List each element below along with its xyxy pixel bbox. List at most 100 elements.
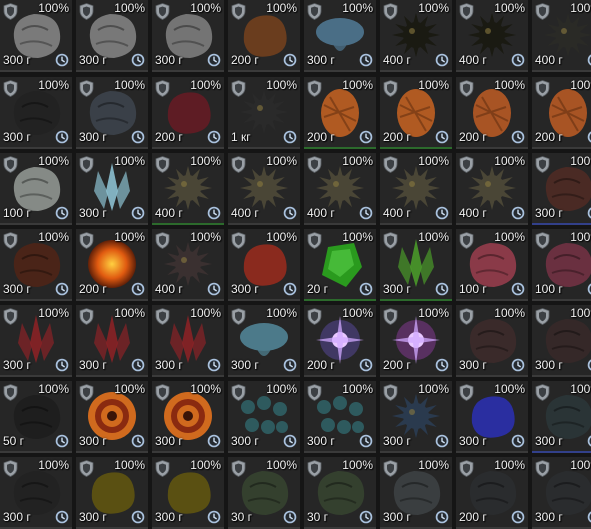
inventory-slot[interactable]: 100% 300 г	[152, 305, 224, 377]
inventory-slot[interactable]: 100% 100 г	[456, 229, 528, 301]
inventory-slot[interactable]: 100% 300 г	[380, 457, 452, 529]
inventory-slot[interactable]: 100% 300 г	[0, 457, 72, 529]
shield-icon	[231, 80, 246, 97]
inventory-slot[interactable]: 100% 300 г	[152, 381, 224, 453]
inventory-slot[interactable]: 100% 300 г	[532, 381, 591, 453]
inventory-slot[interactable]: 100% 300 г	[76, 457, 148, 529]
clock-icon	[435, 434, 449, 448]
inventory-slot[interactable]: 100% 300 г	[456, 381, 528, 453]
inventory-slot[interactable]: 100% 300 г	[380, 381, 452, 453]
inventory-slot[interactable]: 100% 300 г	[0, 77, 72, 149]
item-weight: 400 г	[459, 53, 487, 67]
clock-icon	[511, 206, 525, 220]
item-weight: 400 г	[383, 206, 411, 220]
shield-icon	[231, 232, 246, 249]
item-weight: 300 г	[79, 130, 107, 144]
inventory-slot[interactable]: 100% 400 г	[304, 153, 376, 225]
inventory-slot[interactable]: 100% 30 г	[304, 457, 376, 529]
clock-icon	[511, 358, 525, 372]
clock-icon	[55, 434, 69, 448]
inventory-slot[interactable]: 100% 300 г	[152, 0, 224, 72]
inventory-slot[interactable]: 100% 300 г	[228, 381, 300, 453]
inventory-slot[interactable]: 100% 300 г	[532, 153, 591, 225]
inventory-slot[interactable]: 100% 400 г	[228, 153, 300, 225]
inventory-slot[interactable]: 100% 400 г	[532, 0, 591, 72]
inventory-slot[interactable]: 100% 400 г	[380, 153, 452, 225]
item-weight: 300 г	[3, 53, 31, 67]
clock-icon	[435, 206, 449, 220]
shield-icon	[535, 384, 550, 401]
item-weight: 300 г	[535, 434, 563, 448]
inventory-slot[interactable]: 100% 300 г	[152, 457, 224, 529]
item-weight: 200 г	[459, 130, 487, 144]
inventory-slot[interactable]: 100% 200 г	[532, 77, 591, 149]
inventory-slot[interactable]: 100% 300 г	[76, 381, 148, 453]
inventory-slot[interactable]: 100% 300 г	[532, 305, 591, 377]
inventory-slot[interactable]: 100% 400 г	[456, 153, 528, 225]
clock-icon	[207, 130, 221, 144]
inventory-slot[interactable]: 100% 300 г	[304, 381, 376, 453]
inventory-slot[interactable]: 100% 300 г	[0, 305, 72, 377]
shield-icon	[155, 156, 170, 173]
inventory-slot[interactable]: 100% 100 г	[532, 229, 591, 301]
item-weight: 400 г	[535, 53, 563, 67]
durability-percent: 100%	[570, 78, 591, 92]
shield-icon	[459, 3, 474, 20]
inventory-slot[interactable]: 100% 100 г	[0, 153, 72, 225]
clock-icon	[435, 130, 449, 144]
inventory-slot[interactable]: 100% 200 г	[228, 0, 300, 72]
durability-percent: 100%	[494, 230, 525, 244]
shield-icon	[79, 384, 94, 401]
durability-percent: 100%	[570, 458, 591, 472]
clock-icon	[435, 358, 449, 372]
clock-icon	[55, 358, 69, 372]
durability-percent: 100%	[494, 1, 525, 15]
item-weight: 300 г	[155, 434, 183, 448]
inventory-slot[interactable]: 100% 200 г	[456, 457, 528, 529]
inventory-slot[interactable]: 100% 200 г	[304, 77, 376, 149]
inventory-slot[interactable]: 100% 30 г	[228, 457, 300, 529]
inventory-slot[interactable]: 100% 300 г	[456, 305, 528, 377]
inventory-slot[interactable]: 100% 300 г	[76, 77, 148, 149]
clock-icon	[359, 510, 373, 524]
item-weight: 300 г	[3, 282, 31, 296]
item-weight: 300 г	[79, 206, 107, 220]
item-weight: 100 г	[535, 282, 563, 296]
inventory-slot[interactable]: 100% 400 г	[152, 153, 224, 225]
item-weight: 200 г	[155, 130, 183, 144]
inventory-slot[interactable]: 100% 200 г	[380, 77, 452, 149]
shield-icon	[79, 156, 94, 173]
inventory-slot[interactable]: 100% 300 г	[380, 229, 452, 301]
inventory-slot[interactable]: 100% 200 г	[152, 77, 224, 149]
inventory-slot[interactable]: 100% 50 г	[0, 381, 72, 453]
inventory-slot[interactable]: 100% 20 г	[304, 229, 376, 301]
clock-icon	[511, 130, 525, 144]
inventory-slot[interactable]: 100% 400 г	[380, 0, 452, 72]
inventory-slot[interactable]: 100% 400 г	[456, 0, 528, 72]
inventory-slot[interactable]: 100% 200 г	[304, 305, 376, 377]
inventory-slot[interactable]: 100% 300 г	[76, 0, 148, 72]
durability-percent: 100%	[190, 458, 221, 472]
inventory-slot[interactable]: 100% 300 г	[228, 305, 300, 377]
shield-icon	[231, 156, 246, 173]
inventory-slot[interactable]: 100% 1 кг	[228, 77, 300, 149]
item-weight: 400 г	[231, 206, 259, 220]
durability-percent: 100%	[570, 382, 591, 396]
inventory-slot[interactable]: 100% 400 г	[152, 229, 224, 301]
inventory-slot[interactable]: 100% 300 г	[0, 229, 72, 301]
inventory-slot[interactable]: 100% 300 г	[0, 0, 72, 72]
inventory-slot[interactable]: 100% 300 г	[76, 153, 148, 225]
shield-icon	[307, 384, 322, 401]
inventory-slot[interactable]: 100% 300 г	[532, 457, 591, 529]
inventory-slot[interactable]: 100% 300 г	[228, 229, 300, 301]
clock-icon	[283, 434, 297, 448]
shield-icon	[3, 308, 18, 325]
inventory-slot[interactable]: 100% 300 г	[76, 305, 148, 377]
inventory-slot[interactable]: 100% 300 г	[304, 0, 376, 72]
durability-percent: 100%	[114, 78, 145, 92]
item-weight: 300 г	[231, 358, 259, 372]
inventory-slot[interactable]: 100% 200 г	[456, 77, 528, 149]
inventory-slot[interactable]: 100% 200 г	[380, 305, 452, 377]
inventory-slot[interactable]: 100% 200 г	[76, 229, 148, 301]
clock-icon	[207, 358, 221, 372]
